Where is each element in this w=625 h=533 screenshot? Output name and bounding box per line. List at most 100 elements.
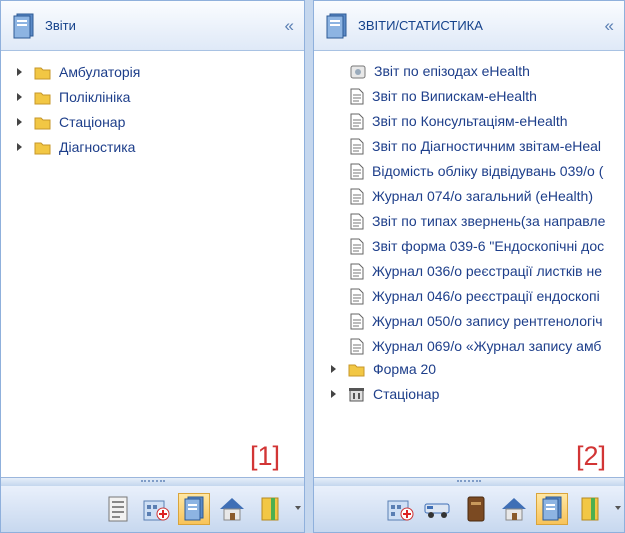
tree-item-label: Журнал 036/о реєстрації листків не bbox=[372, 263, 602, 279]
statistics-tree: Звіт по епізодах eHealth Звіт по Виписка… bbox=[314, 51, 624, 478]
book-button[interactable] bbox=[460, 493, 492, 525]
tree-item-label: Форма 20 bbox=[373, 361, 437, 377]
tree-item-label: Поліклініка bbox=[59, 89, 131, 105]
tree-item-label: Журнал 046/о реєстрації ендоскопі bbox=[372, 288, 600, 304]
document-icon bbox=[350, 288, 364, 304]
panel-header: ЗВІТИ/СТАТИСТИКА « bbox=[314, 1, 624, 51]
tree-item-diagnostics[interactable]: Діагностика bbox=[34, 136, 135, 158]
toolbar-overflow-icon[interactable] bbox=[295, 506, 301, 510]
tree-item-report[interactable]: Звіт по Випискам-eHealth bbox=[350, 85, 537, 107]
grip-icon bbox=[457, 480, 481, 482]
tree-item-report[interactable]: Звіт форма 039-6 "Ендоскопічні дос bbox=[350, 235, 604, 257]
book-icon bbox=[467, 496, 485, 522]
reports-book-icon bbox=[542, 496, 562, 521]
document-icon bbox=[350, 188, 364, 204]
tree-item-label: Звіт форма 039-6 "Ендоскопічні дос bbox=[372, 238, 605, 254]
panel-title: Звіти bbox=[45, 18, 76, 33]
tree-item-report[interactable]: Звіт по Консультаціям-eHealth bbox=[350, 110, 568, 132]
document-icon bbox=[350, 138, 364, 154]
tree-item-report[interactable]: Журнал 046/о реєстрації ендоскопі bbox=[350, 285, 600, 307]
tree-item-label: Відомість обліку відвідувань 039/о ( bbox=[372, 163, 604, 179]
tree-item-label: Звіт по епізодах eHealth bbox=[374, 63, 530, 79]
tree-item-label: Звіт по типах звернень(за направле bbox=[372, 213, 606, 229]
folder-book-icon bbox=[581, 497, 599, 521]
collapse-button[interactable]: « bbox=[605, 16, 614, 36]
panel-title: ЗВІТИ/СТАТИСТИКА bbox=[358, 18, 483, 33]
ambulance-button[interactable] bbox=[422, 493, 454, 525]
document-icon bbox=[350, 213, 364, 229]
tree-item-label: Звіт по Діагностичним звітам-eHeal bbox=[372, 138, 602, 154]
folder-icon bbox=[34, 92, 51, 104]
navigation-toolbar bbox=[1, 486, 304, 532]
expand-arrow-icon[interactable] bbox=[17, 143, 22, 151]
tree-item-label: Звіт по Випискам-eHealth bbox=[372, 88, 537, 104]
home-button[interactable] bbox=[216, 493, 248, 525]
report-list-icon bbox=[108, 496, 128, 522]
collapse-button[interactable]: « bbox=[285, 16, 294, 36]
folder-icon bbox=[348, 364, 365, 376]
expand-arrow-icon[interactable] bbox=[17, 68, 22, 76]
tree-item-form-20[interactable]: Форма 20 bbox=[348, 358, 436, 380]
document-icon bbox=[350, 338, 364, 354]
folder-icon bbox=[34, 117, 51, 129]
toolbar-overflow-icon[interactable] bbox=[615, 506, 621, 510]
expand-arrow-icon[interactable] bbox=[331, 365, 336, 373]
statistics-panel: ЗВІТИ/СТАТИСТИКА « Звіт по епізодах eHea… bbox=[313, 0, 625, 533]
annotation-marker: [2] bbox=[575, 441, 606, 471]
document-icon bbox=[350, 163, 364, 179]
tree-item-label: Журнал 050/о запису рентгенологіч bbox=[372, 313, 603, 329]
navigation-toolbar bbox=[314, 486, 624, 532]
ambulance-icon bbox=[424, 503, 450, 518]
tree-item-polyclinic[interactable]: Поліклініка bbox=[34, 86, 130, 108]
hospital-icon bbox=[143, 500, 170, 521]
tree-item-report[interactable]: Журнал 074/о загальний (eHealth) bbox=[350, 185, 593, 207]
tree-item-hospital[interactable]: Стаціонар bbox=[34, 111, 125, 133]
home-icon bbox=[502, 498, 526, 521]
tree-item-label: Діагностика bbox=[59, 139, 136, 155]
tree-item-report[interactable]: Журнал 069/о «Журнал запису амб bbox=[350, 335, 601, 357]
document-icon bbox=[350, 238, 364, 254]
splitter-handle[interactable] bbox=[1, 477, 304, 486]
expand-arrow-icon[interactable] bbox=[17, 118, 22, 126]
report-list-button[interactable] bbox=[102, 493, 134, 525]
document-icon bbox=[350, 88, 364, 104]
hospital-button[interactable] bbox=[384, 493, 416, 525]
folder-book-icon bbox=[261, 497, 279, 521]
reports-book-icon bbox=[13, 13, 34, 38]
folder-book-button[interactable] bbox=[574, 493, 606, 525]
reports-button[interactable] bbox=[178, 493, 210, 525]
tree-item-hospital[interactable]: Стаціонар bbox=[348, 383, 439, 405]
tree-item-report[interactable]: Відомість обліку відвідувань 039/о ( bbox=[350, 160, 603, 182]
document-icon bbox=[350, 113, 364, 129]
splitter-handle[interactable] bbox=[314, 477, 624, 486]
tree-item-report[interactable]: Журнал 036/о реєстрації листків не bbox=[350, 260, 602, 282]
tree-item-label: Звіт по Консультаціям-eHealth bbox=[372, 113, 568, 129]
hospital-button[interactable] bbox=[140, 493, 172, 525]
tree-item-label: Стаціонар bbox=[59, 114, 126, 130]
document-icon bbox=[350, 263, 364, 279]
reports-tree: Амбулаторія Поліклініка Стаціонар Діагно… bbox=[1, 51, 304, 478]
tree-item-report[interactable]: Звіт по Діагностичним звітам-eHeal bbox=[350, 135, 601, 157]
folder-book-button[interactable] bbox=[254, 493, 286, 525]
hospital-icon bbox=[387, 500, 414, 521]
expand-arrow-icon[interactable] bbox=[17, 93, 22, 101]
expand-arrow-icon[interactable] bbox=[331, 390, 336, 398]
home-button[interactable] bbox=[498, 493, 530, 525]
tree-item-report[interactable]: Журнал 050/о запису рентгенологіч bbox=[350, 310, 603, 332]
reports-book-icon bbox=[184, 496, 204, 521]
tree-item-label: Амбулаторія bbox=[59, 64, 141, 80]
reports-button[interactable] bbox=[536, 493, 568, 525]
tree-item-label: Журнал 069/о «Журнал запису амб bbox=[372, 338, 602, 354]
panel-header: Звіти « bbox=[1, 1, 304, 51]
folder-icon bbox=[34, 142, 51, 154]
tree-item-label: Стаціонар bbox=[373, 386, 440, 402]
home-icon bbox=[220, 498, 244, 521]
tree-item-report[interactable]: Звіт по типах звернень(за направле bbox=[350, 210, 605, 232]
tree-item-ambulatory[interactable]: Амбулаторія bbox=[34, 61, 140, 83]
tree-item-ehealth-episodes[interactable]: Звіт по епізодах eHealth bbox=[350, 60, 530, 82]
folder-icon bbox=[34, 67, 51, 79]
annotation-marker: [1] bbox=[249, 441, 280, 471]
report-special-icon bbox=[350, 65, 366, 78]
document-icon bbox=[350, 313, 364, 329]
tree-item-label: Журнал 074/о загальний (eHealth) bbox=[372, 188, 593, 204]
